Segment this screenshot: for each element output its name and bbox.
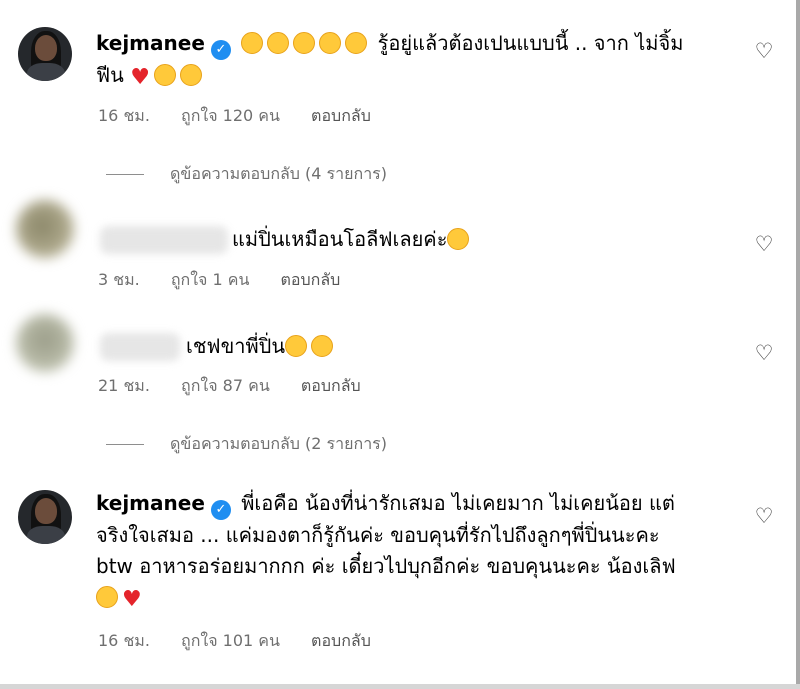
rofl-emoji-icon <box>319 32 342 54</box>
comment-time: 3 ชม. <box>98 270 140 289</box>
comment-text: ฟีน <box>96 63 124 87</box>
comment-time: 21 ชม. <box>98 376 150 395</box>
comment-meta: 16 ชม. ถูกใจ 120 คน ตอบกลับ <box>98 104 397 129</box>
comment-1-body: kejmanee ✓ รู้อยู่แล้วต้องเปนแบบนี้ .. จา… <box>96 28 726 93</box>
comment-meta: 3 ชม. ถูกใจ 1 คน ตอบกลับ <box>98 268 366 293</box>
view-replies-button[interactable]: ดูข้อความตอบกลับ (4 รายการ) <box>106 162 387 187</box>
verified-badge-icon: ✓ <box>210 40 231 60</box>
grinning-sweat-emoji-icon <box>285 335 308 357</box>
comment-likes[interactable]: ถูกใจ 1 คน <box>171 270 250 289</box>
view-replies-label: ดูข้อความตอบกลับ (4 รายการ) <box>170 164 388 183</box>
comment-text: รู้อยู่แล้วต้องเปนแบบนี้ .. จาก ไม่จิ้ม <box>377 31 684 55</box>
heart-eyes-emoji-icon <box>96 586 118 608</box>
view-replies-button[interactable]: ดูข้อความตอบกลับ (2 รายการ) <box>106 432 387 457</box>
like-heart-icon[interactable]: ♡ <box>752 39 776 63</box>
heart-eyes-emoji-icon <box>447 228 470 250</box>
rofl-emoji-icon <box>293 32 316 54</box>
reply-button[interactable]: ตอบกลับ <box>281 270 341 289</box>
comment-text: แม่ปิ่นเหมือนโอลีฟเลยค่ะ <box>232 227 448 251</box>
reply-button[interactable]: ตอบกลับ <box>311 631 371 650</box>
reply-button[interactable]: ตอบกลับ <box>311 106 371 125</box>
view-replies-label: ดูข้อความตอบกลับ (2 รายการ) <box>170 434 388 453</box>
red-heart-emoji-icon: ♥ <box>130 65 150 90</box>
comment-likes[interactable]: ถูกใจ 87 คน <box>181 376 270 395</box>
divider-line <box>106 444 144 445</box>
heart-eyes-emoji-icon <box>179 64 202 86</box>
comment-text: เชฟขาพี่ปิ่น <box>186 334 286 358</box>
raising-hands-emoji-icon <box>153 64 176 86</box>
comment-text: btw อาหารอร่อยมากกก ค่ะ เดี๋ยวไปบุกอีกค่… <box>96 554 676 578</box>
verified-badge-icon: ✓ <box>210 500 231 520</box>
comment-username[interactable]: kejmanee <box>96 491 205 515</box>
owner-avatar[interactable] <box>18 490 72 544</box>
like-heart-icon[interactable]: ♡ <box>752 341 776 365</box>
comment-text: จริงใจเสมอ ... แค่มองตาก็รู้กันค่ะ ขอบคุ… <box>96 523 660 547</box>
user-avatar[interactable] <box>16 314 74 372</box>
window-edge <box>796 0 800 689</box>
red-heart-emoji-icon: ♥ <box>122 587 142 612</box>
user-avatar[interactable] <box>16 200 74 258</box>
grinning-sweat-emoji-icon <box>311 335 334 357</box>
comment-username[interactable]: kejmanee <box>96 31 205 55</box>
like-heart-icon[interactable]: ♡ <box>752 504 776 528</box>
rofl-emoji-icon <box>345 32 368 54</box>
comment-text: พี่เอคือ น้องที่น่ารักเสมอ ไม่เคยมาก ไม่… <box>241 491 675 515</box>
rofl-emoji-icon <box>267 32 290 54</box>
reply-button[interactable]: ตอบกลับ <box>301 376 361 395</box>
window-edge <box>0 684 800 689</box>
rofl-emoji-icon <box>241 32 264 54</box>
blurred-username[interactable] <box>100 333 180 361</box>
comment-meta: 16 ชม. ถูกใจ 101 คน ตอบกลับ <box>98 629 397 654</box>
comment-meta: 21 ชม. ถูกใจ 87 คน ตอบกลับ <box>98 374 387 399</box>
comment-3-body: เชฟขาพี่ปิ่น <box>186 331 337 362</box>
like-heart-icon[interactable]: ♡ <box>752 232 776 256</box>
comment-time: 16 ชม. <box>98 106 150 125</box>
blurred-username[interactable] <box>100 226 228 254</box>
comment-2-body: แม่ปิ่นเหมือนโอลีฟเลยค่ะ <box>232 224 473 255</box>
divider-line <box>106 174 144 175</box>
comment-likes[interactable]: ถูกใจ 101 คน <box>181 631 280 650</box>
owner-avatar[interactable] <box>18 27 72 81</box>
comment-likes[interactable]: ถูกใจ 120 คน <box>181 106 280 125</box>
comment-time: 16 ชม. <box>98 631 150 650</box>
comment-4-body: kejmanee ✓ พี่เอคือ น้องที่น่ารักเสมอ ไม่… <box>96 488 736 615</box>
